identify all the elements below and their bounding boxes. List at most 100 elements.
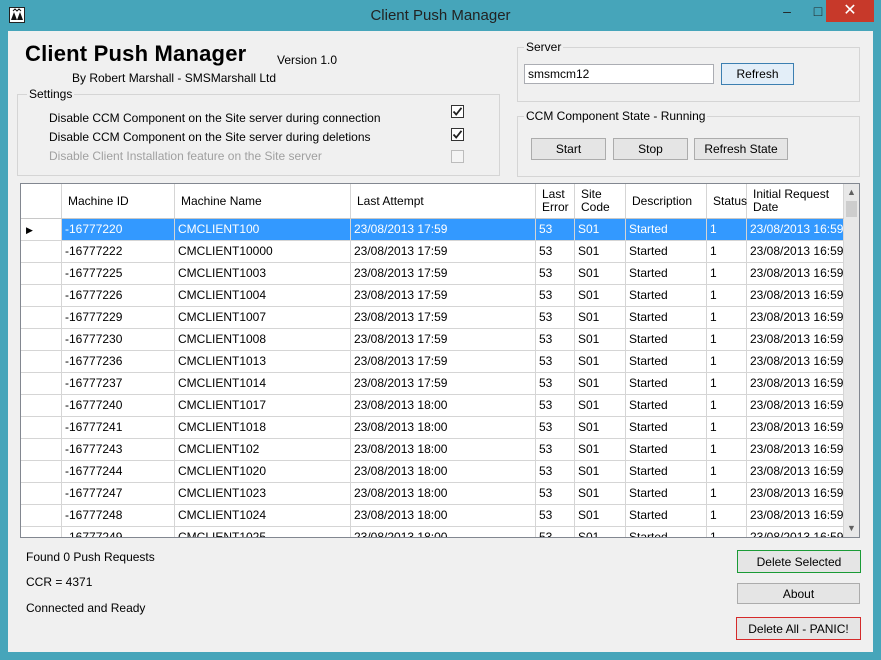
table-cell[interactable]: S01 bbox=[575, 373, 626, 395]
row-header[interactable] bbox=[21, 461, 62, 483]
table-cell[interactable]: CMCLIENT1024 bbox=[175, 505, 351, 527]
row-header[interactable] bbox=[21, 351, 62, 373]
table-cell[interactable]: CMCLIENT1004 bbox=[175, 285, 351, 307]
table-cell[interactable]: -16777247 bbox=[62, 483, 175, 505]
table-cell[interactable]: S01 bbox=[575, 483, 626, 505]
table-cell[interactable]: 23/08/2013 18:00 bbox=[351, 439, 536, 461]
table-cell[interactable]: 53 bbox=[536, 439, 575, 461]
table-row[interactable]: -16777249 CMCLIENT1025 23/08/2013 18:00 53 S… bbox=[21, 527, 844, 537]
table-cell[interactable]: S01 bbox=[575, 395, 626, 417]
table-row[interactable]: -16777244 CMCLIENT1020 23/08/2013 18:00 53 S… bbox=[21, 461, 844, 483]
table-cell[interactable]: 53 bbox=[536, 505, 575, 527]
column-header[interactable]: Last Error bbox=[536, 184, 575, 218]
table-row[interactable]: -16777229 CMCLIENT1007 23/08/2013 17:59 53 S… bbox=[21, 307, 844, 329]
table-cell[interactable]: Started bbox=[626, 263, 707, 285]
table-cell[interactable]: 23/08/2013 17:59 bbox=[351, 219, 536, 241]
table-row[interactable]: -16777230 CMCLIENT1008 23/08/2013 17:59 53 S… bbox=[21, 329, 844, 351]
table-cell[interactable]: 23/08/2013 16:59 bbox=[747, 307, 844, 329]
table-row[interactable]: -16777237 CMCLIENT1014 23/08/2013 17:59 53 S… bbox=[21, 373, 844, 395]
table-cell[interactable]: -16777237 bbox=[62, 373, 175, 395]
table-cell[interactable]: 1 bbox=[707, 417, 747, 439]
table-cell[interactable]: 23/08/2013 17:59 bbox=[351, 373, 536, 395]
table-cell[interactable]: 23/08/2013 18:00 bbox=[351, 417, 536, 439]
table-cell[interactable]: 23/08/2013 17:59 bbox=[351, 241, 536, 263]
row-header[interactable] bbox=[21, 483, 62, 505]
table-row[interactable]: -16777236 CMCLIENT1013 23/08/2013 17:59 53 S… bbox=[21, 351, 844, 373]
stop-button[interactable]: Stop bbox=[613, 138, 688, 160]
table-cell[interactable]: S01 bbox=[575, 461, 626, 483]
table-cell[interactable]: -16777248 bbox=[62, 505, 175, 527]
push-requests-grid[interactable]: Machine ID Machine Name Last Attempt Las… bbox=[20, 183, 860, 538]
table-cell[interactable]: 23/08/2013 17:59 bbox=[351, 307, 536, 329]
table-cell[interactable]: -16777249 bbox=[62, 527, 175, 537]
table-cell[interactable]: CMCLIENT1017 bbox=[175, 395, 351, 417]
table-cell[interactable]: Started bbox=[626, 219, 707, 241]
table-cell[interactable]: 53 bbox=[536, 527, 575, 537]
column-header[interactable]: Description bbox=[626, 184, 707, 218]
row-header[interactable] bbox=[21, 263, 62, 285]
table-cell[interactable]: 23/08/2013 17:59 bbox=[351, 263, 536, 285]
table-cell[interactable]: 1 bbox=[707, 329, 747, 351]
row-header[interactable] bbox=[21, 505, 62, 527]
table-cell[interactable]: Started bbox=[626, 351, 707, 373]
table-cell[interactable]: Started bbox=[626, 307, 707, 329]
table-cell[interactable]: 53 bbox=[536, 241, 575, 263]
table-cell[interactable]: Started bbox=[626, 505, 707, 527]
row-header[interactable] bbox=[21, 439, 62, 461]
table-cell[interactable]: Started bbox=[626, 439, 707, 461]
server-name-input[interactable] bbox=[524, 64, 714, 84]
table-row[interactable]: -16777226 CMCLIENT1004 23/08/2013 17:59 53 S… bbox=[21, 285, 844, 307]
table-row[interactable]: -16777222 CMCLIENT10000 23/08/2013 17:59 53… bbox=[21, 241, 844, 263]
row-header[interactable] bbox=[21, 395, 62, 417]
table-row[interactable]: -16777243 CMCLIENT102 23/08/2013 18:00 53 S0… bbox=[21, 439, 844, 461]
table-cell[interactable]: -16777225 bbox=[62, 263, 175, 285]
table-cell[interactable]: 53 bbox=[536, 417, 575, 439]
table-row[interactable]: -16777240 CMCLIENT1017 23/08/2013 18:00 53 S… bbox=[21, 395, 844, 417]
table-cell[interactable]: Started bbox=[626, 285, 707, 307]
table-cell[interactable]: 23/08/2013 16:59 bbox=[747, 373, 844, 395]
table-cell[interactable]: CMCLIENT1020 bbox=[175, 461, 351, 483]
table-cell[interactable]: 1 bbox=[707, 263, 747, 285]
table-cell[interactable]: 1 bbox=[707, 505, 747, 527]
row-header[interactable] bbox=[21, 527, 62, 537]
table-cell[interactable]: -16777243 bbox=[62, 439, 175, 461]
table-cell[interactable]: 53 bbox=[536, 263, 575, 285]
table-cell[interactable]: S01 bbox=[575, 263, 626, 285]
table-row[interactable]: -16777247 CMCLIENT1023 23/08/2013 18:00 53 S… bbox=[21, 483, 844, 505]
table-cell[interactable]: S01 bbox=[575, 351, 626, 373]
table-cell[interactable]: -16777229 bbox=[62, 307, 175, 329]
table-cell[interactable]: Started bbox=[626, 527, 707, 537]
row-header[interactable] bbox=[21, 241, 62, 263]
table-cell[interactable]: 23/08/2013 18:00 bbox=[351, 527, 536, 537]
table-cell[interactable]: -16777222 bbox=[62, 241, 175, 263]
title-bar[interactable]: Client Push Manager – □ ✕ bbox=[0, 0, 881, 32]
table-cell[interactable]: 23/08/2013 16:59 bbox=[747, 351, 844, 373]
table-cell[interactable]: CMCLIENT10000 bbox=[175, 241, 351, 263]
delete-selected-button[interactable]: Delete Selected bbox=[737, 550, 861, 573]
table-cell[interactable]: 1 bbox=[707, 307, 747, 329]
table-cell[interactable]: 53 bbox=[536, 483, 575, 505]
column-header[interactable]: Machine Name bbox=[175, 184, 351, 218]
table-cell[interactable]: Started bbox=[626, 461, 707, 483]
row-header[interactable] bbox=[21, 329, 62, 351]
table-cell[interactable]: 53 bbox=[536, 285, 575, 307]
table-cell[interactable]: 1 bbox=[707, 351, 747, 373]
close-icon[interactable]: ✕ bbox=[826, 0, 874, 22]
table-cell[interactable]: 23/08/2013 18:00 bbox=[351, 461, 536, 483]
minimize-icon[interactable]: – bbox=[772, 0, 802, 22]
table-cell[interactable]: 23/08/2013 18:00 bbox=[351, 395, 536, 417]
table-cell[interactable]: S01 bbox=[575, 285, 626, 307]
table-cell[interactable]: Started bbox=[626, 483, 707, 505]
table-cell[interactable]: CMCLIENT100 bbox=[175, 219, 351, 241]
table-cell[interactable]: 23/08/2013 16:59 bbox=[747, 263, 844, 285]
table-cell[interactable]: 23/08/2013 18:00 bbox=[351, 483, 536, 505]
disable-client-install-checkbox[interactable] bbox=[451, 150, 464, 163]
table-cell[interactable]: CMCLIENT1023 bbox=[175, 483, 351, 505]
column-header[interactable]: Machine ID bbox=[62, 184, 175, 218]
table-cell[interactable]: 23/08/2013 16:59 bbox=[747, 417, 844, 439]
table-cell[interactable]: S01 bbox=[575, 527, 626, 537]
scroll-thumb[interactable] bbox=[846, 201, 857, 217]
table-cell[interactable]: Started bbox=[626, 329, 707, 351]
table-cell[interactable]: CMCLIENT1008 bbox=[175, 329, 351, 351]
table-cell[interactable]: 23/08/2013 17:59 bbox=[351, 351, 536, 373]
